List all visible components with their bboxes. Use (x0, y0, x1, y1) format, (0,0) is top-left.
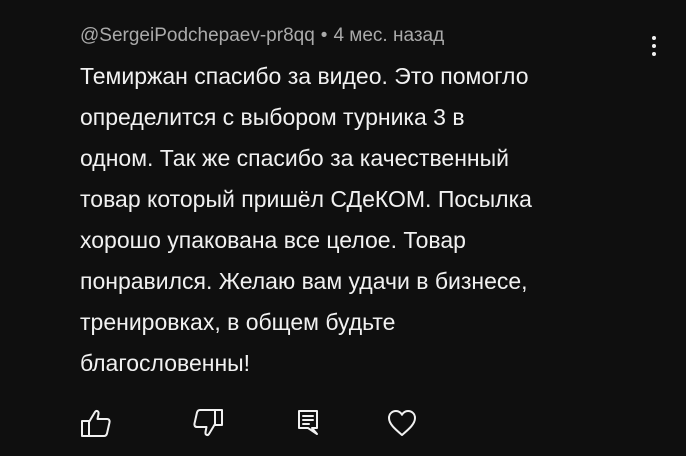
heart-icon (388, 410, 416, 436)
more-vertical-icon-dot (652, 52, 656, 56)
meta-separator: • (320, 25, 328, 46)
more-vertical-icon (652, 36, 656, 40)
heart-button[interactable] (384, 405, 420, 441)
comment-line: одном. Так же спасибо за качественный (80, 145, 509, 171)
more-actions-button[interactable] (640, 30, 668, 62)
comment: @SergeiPodchepaev-pr8qq • 4 мес. назад Тем… (80, 22, 640, 384)
comment-line: товар который пришёл СДеКОМ. Посылка (80, 186, 532, 212)
comment-line: понравился. Желаю вам удачи в бизнесе, (80, 268, 528, 294)
more-vertical-icon-dot (652, 44, 656, 48)
thumb-up-icon (81, 409, 111, 437)
reply-button[interactable] (290, 405, 326, 441)
thumb-down-icon (193, 409, 223, 437)
comment-line: благословенны! (80, 350, 251, 376)
comment-line: хорошо упакована все целое. Товар (80, 227, 466, 253)
comment-text: Темиржан спасибо за видео. Это помогло о… (80, 56, 640, 384)
reply-comment-icon (298, 410, 318, 435)
like-button[interactable] (78, 405, 114, 441)
comment-header: @SergeiPodchepaev-pr8qq • 4 мес. назад (80, 22, 640, 50)
author-name[interactable]: @SergeiPodchepaev-pr8qq (80, 25, 315, 46)
comment-line: определится с выбором турника 3 в (80, 104, 465, 130)
comment-line: тренировках, в общем будьте (80, 309, 396, 335)
comment-time[interactable]: 4 мес. назад (333, 25, 444, 46)
dislike-button[interactable] (190, 405, 226, 441)
comment-line: Темиржан спасибо за видео. Это помогло (80, 63, 529, 89)
